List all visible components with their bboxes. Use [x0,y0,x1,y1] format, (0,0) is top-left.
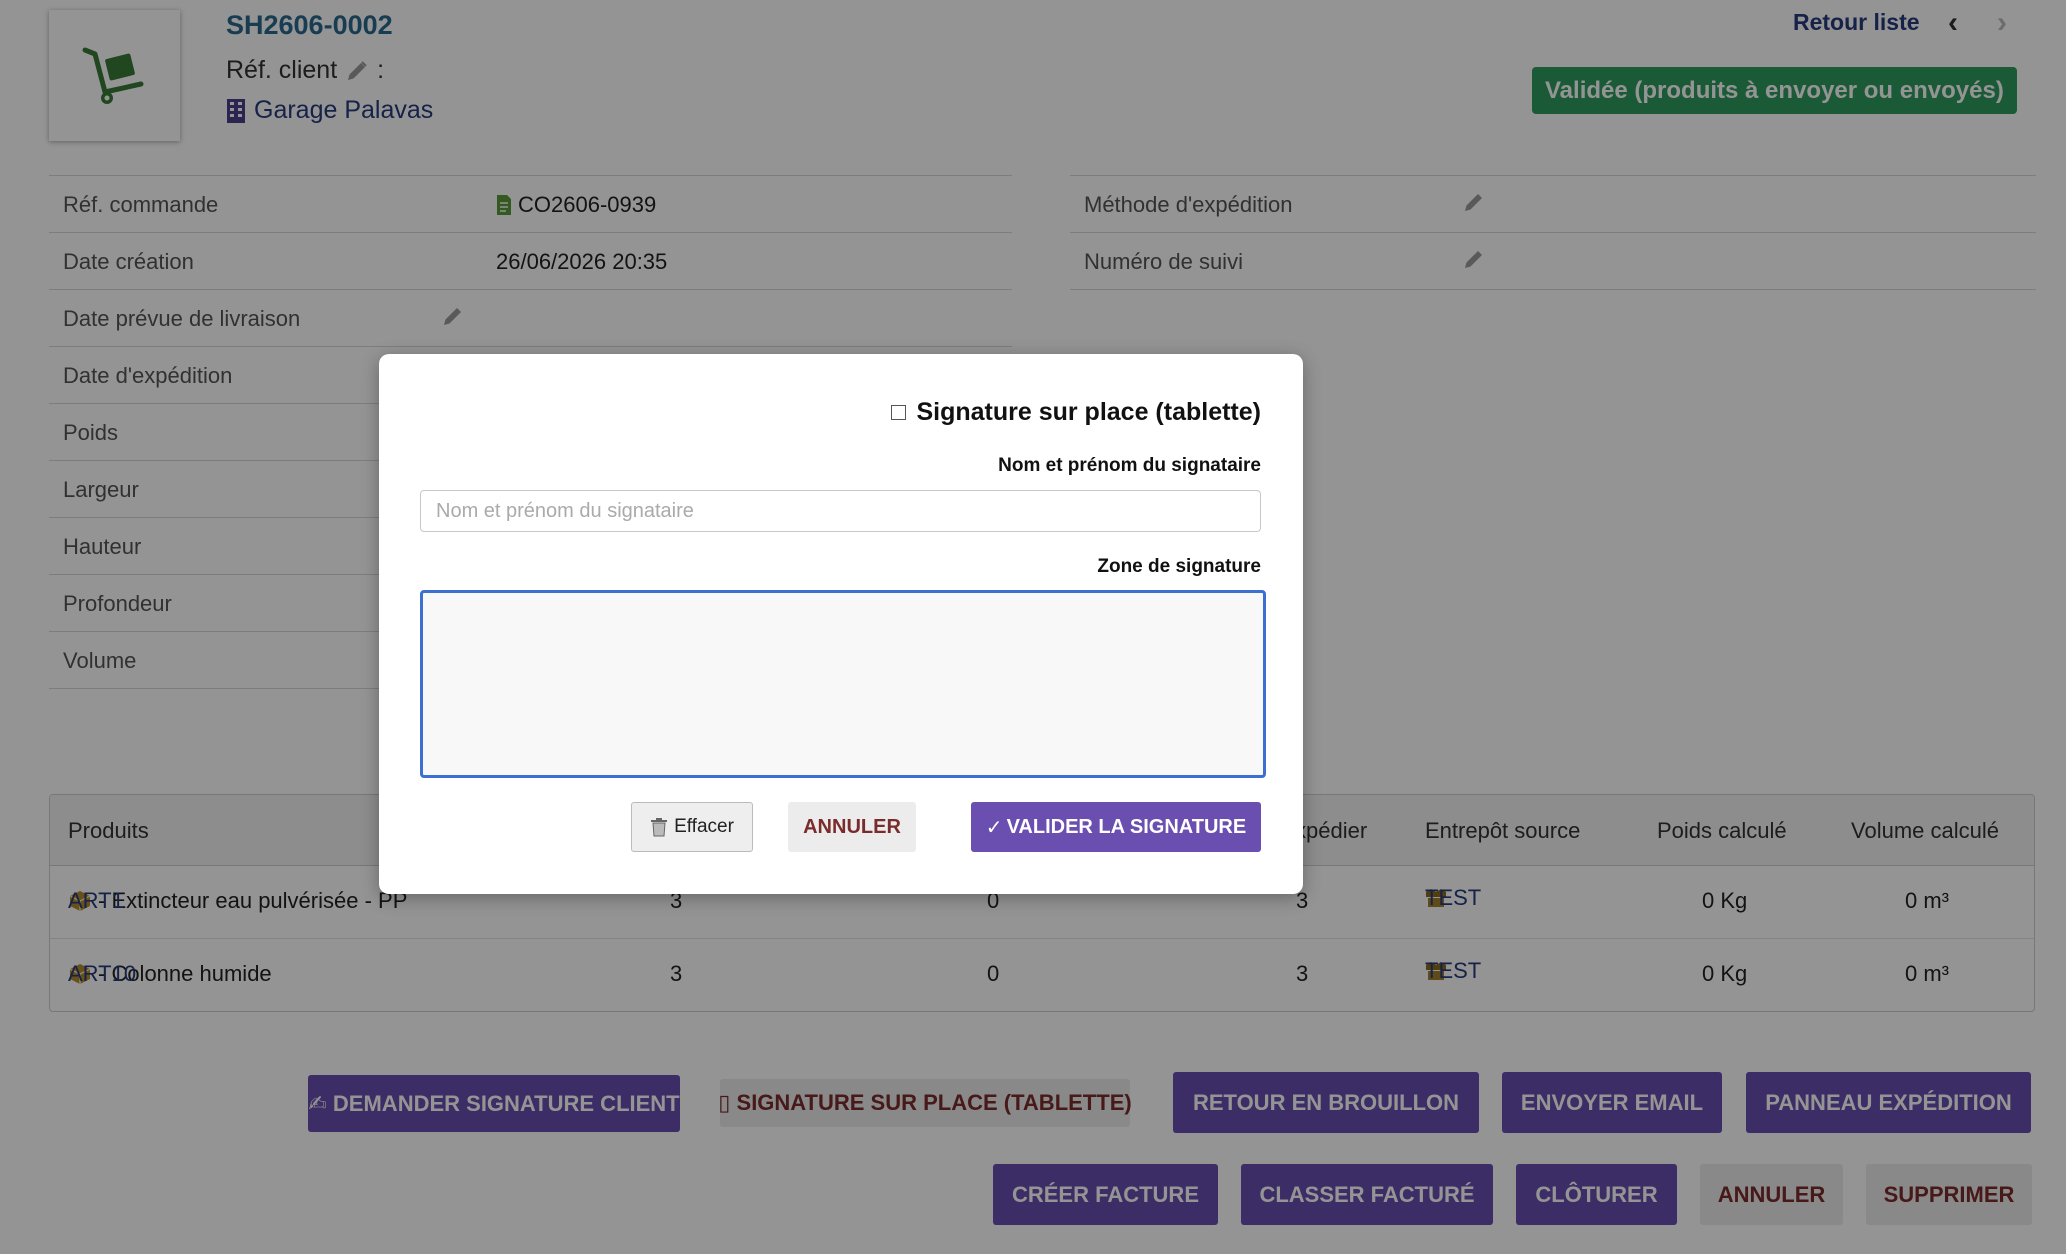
signature-zone-label: Zone de signature [1097,556,1261,577]
validate-label: VALIDER LA SIGNATURE [1006,815,1247,838]
checkmark-icon: ✓ [985,816,1003,839]
validate-signature-button[interactable]: ✓ VALIDER LA SIGNATURE [971,802,1261,852]
clear-signature-button[interactable]: Effacer [631,802,753,852]
signer-name-label: Nom et prénom du signataire [998,455,1261,476]
clear-label: Effacer [674,816,734,837]
signature-pad[interactable] [420,590,1266,778]
trash-icon [651,818,668,837]
signature-modal: Signature sur place (tablette) Nom et pr… [379,354,1303,894]
modal-title: Signature sur place (tablette) [891,398,1261,427]
modal-title-text: Signature sur place (tablette) [916,398,1261,426]
tablet-icon [891,405,907,420]
shipment-card-page: SH2606-0002 Réf. client : Garage Palavas… [0,0,2066,1254]
signer-name-input[interactable] [420,490,1261,532]
cancel-signature-button[interactable]: ANNULER [788,802,916,852]
